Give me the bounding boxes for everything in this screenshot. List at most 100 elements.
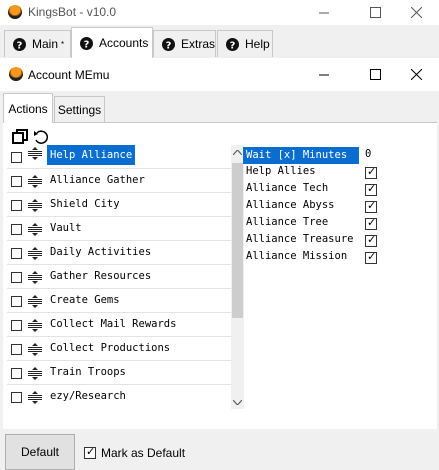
dialog-maximize-button[interactable] [352,58,398,91]
maximize-icon [369,69,381,80]
action-label: Create Gems [50,294,120,306]
option-checkbox[interactable]: ✓ [365,234,377,247]
tab-extras[interactable]: ? Extras [153,30,216,57]
action-label: Collect Productions [50,342,171,354]
option-checkbox[interactable]: ✓ [365,183,377,196]
help-circle-icon: ? [162,37,175,51]
scroll-thumb[interactable] [232,163,243,318]
minimize-icon [319,74,329,75]
tab-main[interactable]: ? Main * [4,30,71,57]
action-checkbox[interactable] [11,368,22,379]
copy-icon[interactable] [12,129,28,145]
outer-maximize-button[interactable] [352,0,398,25]
action-checkbox[interactable] [11,320,22,331]
list-item[interactable]: Daily Activities [3,241,231,265]
drag-handle-icon[interactable] [28,271,42,284]
dialog-title: Account MEmu [28,68,110,82]
action-checkbox[interactable] [11,200,22,211]
list-item[interactable]: Gather Resources [3,265,231,289]
svg-text:?: ? [166,40,172,51]
list-item[interactable]: Help Alliance [3,145,231,169]
option-alliance-abyss[interactable]: Alliance Abyss ✓ [243,198,433,215]
drag-handle-icon[interactable] [28,199,42,212]
drag-handle-icon[interactable] [28,367,42,380]
kingsbot-app-icon [8,5,22,19]
list-item[interactable]: Train Troops [3,361,231,385]
list-item[interactable]: Vault [3,217,231,241]
action-checkbox[interactable] [11,392,22,403]
scroll-down-arrow-icon[interactable] [231,395,244,409]
drag-handle-icon[interactable] [28,247,42,260]
close-icon [410,7,422,18]
main-tab-strip: ? Main * ? Accounts ? Extras ? Help [0,25,439,59]
tab-main-label: Main [32,37,59,51]
action-checkbox[interactable] [11,176,22,187]
option-alliance-tree[interactable]: Alliance Tree ✓ [243,215,433,232]
list-item[interactable]: Collect Mail Rewards [3,313,231,337]
dialog-close-button[interactable] [393,58,439,91]
drag-handle-icon[interactable] [28,319,42,332]
maximize-icon [369,7,381,18]
action-checkbox[interactable] [11,224,22,235]
option-checkbox[interactable]: ✓ [365,200,377,213]
drag-handle-icon[interactable] [28,295,42,308]
mark-as-default-checkbox[interactable]: ✓ [84,446,96,459]
option-alliance-mission[interactable]: Alliance Mission ✓ [243,249,433,266]
action-checkbox[interactable] [11,344,22,355]
option-alliance-tech[interactable]: Alliance Tech ✓ [243,181,433,198]
dialog-tab-strip: Actions Settings [0,91,439,123]
help-circle-icon: ? [80,36,93,50]
tab-accounts[interactable]: ? Accounts [71,27,153,58]
actions-panel: Help Alliance Alliance Gather Shield Cit… [3,122,437,429]
option-checkbox[interactable]: ✓ [365,251,377,264]
undo-icon[interactable] [33,129,49,145]
option-label: Alliance Abyss [246,199,335,211]
help-circle-icon: ? [13,37,26,51]
tab-main-modified-marker: * [61,39,65,49]
option-help-allies[interactable]: Help Allies ✓ [243,164,433,181]
list-item[interactable]: Shield City [3,193,231,217]
list-item[interactable]: Alliance Gather [3,169,231,193]
checkmark-icon: ✓ [367,251,377,263]
drag-handle-icon[interactable] [28,223,42,236]
drag-handle-icon[interactable] [28,147,42,160]
drag-handle-icon[interactable] [28,175,42,188]
svg-text:?: ? [230,40,236,51]
drag-handle-icon[interactable] [28,391,42,404]
tab-help[interactable]: ? Help [217,30,273,57]
action-label: Gather Resources [50,270,152,282]
outer-minimize-button[interactable] [301,0,347,25]
option-checkbox[interactable]: ✓ [365,217,377,230]
action-checkbox[interactable] [11,152,22,163]
wait-minutes-value[interactable]: 0 [365,148,371,160]
help-circle-icon: ? [226,37,239,51]
svg-text:?: ? [84,39,90,50]
outer-close-button[interactable] [393,0,439,25]
list-item[interactable]: Create Gems [3,289,231,313]
tab-actions[interactable]: Actions [3,93,53,123]
option-alliance-treasure[interactable]: Alliance Treasure ✓ [243,232,433,249]
option-label: Alliance Mission [246,250,348,262]
outer-window-title: KingsBot - v10.0 [28,5,117,19]
close-icon [410,69,422,80]
action-checkbox[interactable] [11,272,22,283]
drag-handle-icon[interactable] [28,343,42,356]
checkmark-icon: ✓ [367,234,377,246]
checkmark-icon: ✓ [367,166,377,178]
checkmark-icon: ✓ [367,217,377,229]
action-checkbox[interactable] [11,248,22,259]
tab-settings[interactable]: Settings [54,96,105,122]
tab-help-label: Help [245,37,270,51]
list-item[interactable]: Collect Productions [3,337,231,361]
action-checkbox[interactable] [11,296,22,307]
option-wait-minutes[interactable]: Wait [x] Minutes 0 [243,147,433,164]
option-checkbox[interactable]: ✓ [365,166,377,179]
dialog-footer: Default ✓ Mark as Default [0,428,439,470]
dialog-minimize-button[interactable] [301,58,347,91]
list-item[interactable]: ezy/Research [3,385,231,409]
mark-as-default-label[interactable]: Mark as Default [101,446,185,460]
actions-list[interactable]: Help Alliance Alliance Gather Shield Cit… [3,145,231,409]
checkmark-icon: ✓ [367,183,377,195]
default-button[interactable]: Default [5,434,75,470]
svg-text:?: ? [17,40,23,51]
